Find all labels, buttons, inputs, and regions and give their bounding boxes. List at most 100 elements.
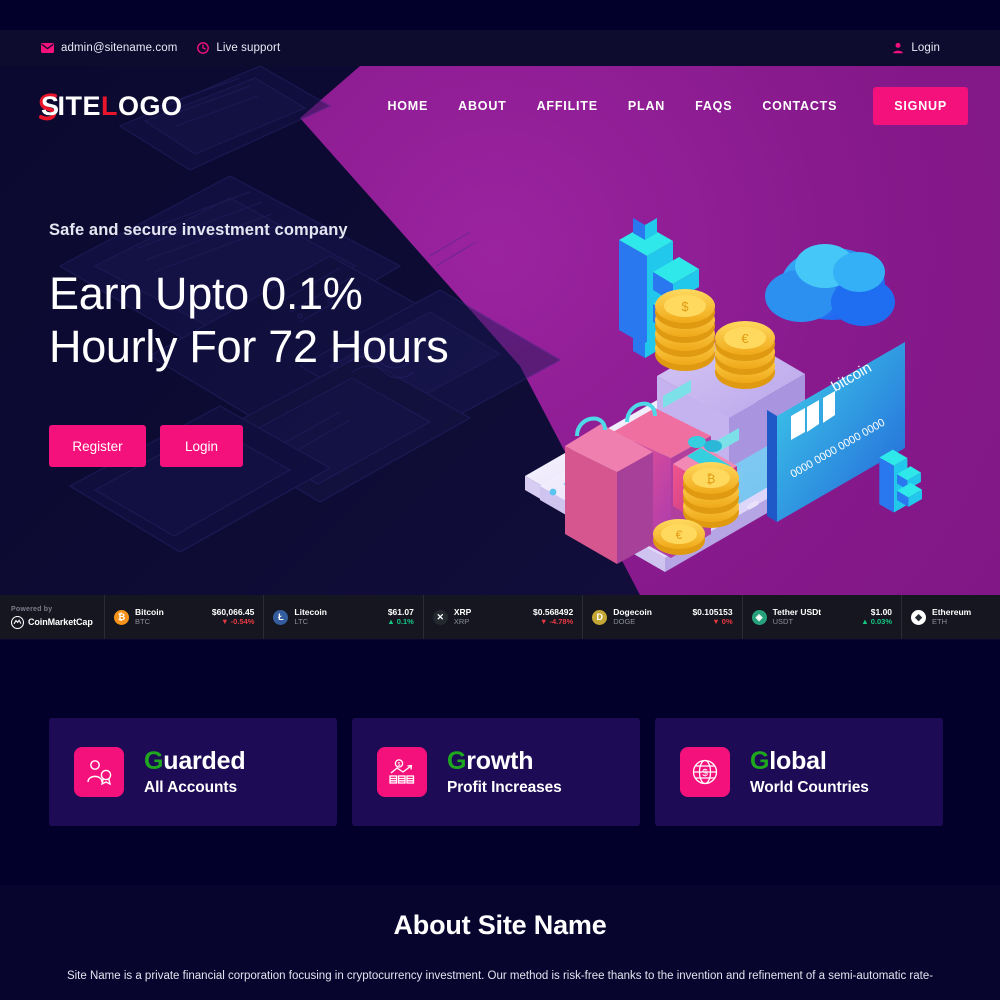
coin-price: $0.568492 [533, 606, 574, 617]
hero-subtitle: Safe and secure investment company [49, 221, 348, 239]
coin-name: Litecoin [294, 606, 327, 617]
nav-item-plan[interactable]: PLAN [628, 99, 665, 113]
ticker-coin-ethereum[interactable]: ◆ Ethereum ETH [902, 595, 1000, 639]
feature-title: Growth [447, 746, 534, 775]
powered-by-label: Powered by [11, 605, 53, 613]
register-button[interactable]: Register [49, 425, 146, 468]
hero-crypto-illustration: bitcoin 0000 0000 0000 0000 $ € ₿ € [525, 218, 922, 572]
features-section: Guarded All Accounts $ Growth Profit Inc… [0, 640, 1000, 885]
svg-text:$: $ [681, 299, 689, 314]
cloud-icon [765, 244, 895, 326]
contact-email[interactable]: admin@sitename.com [41, 42, 177, 54]
hero-section: bitcoin 0000 0000 0000 0000 $ € ₿ € S IT… [0, 66, 1000, 595]
nav-item-faqs[interactable]: FAQS [695, 99, 732, 113]
coin-symbol: DOGE [613, 617, 636, 627]
feature-text: Growth Profit Increases [447, 747, 562, 798]
feature-text: Guarded All Accounts [144, 746, 246, 798]
nav-item-affilite[interactable]: AFFILITE [537, 99, 598, 113]
nav-item-contacts[interactable]: CONTACTS [762, 99, 837, 113]
feature-title: Guarded [144, 746, 246, 775]
coin-name: Ethereum [932, 606, 972, 617]
coin-change: ▼ 0% [712, 617, 733, 627]
live-support-link[interactable]: Live support [197, 42, 280, 54]
logo-ogo: OGO [118, 90, 183, 121]
coin-change: ▼ -4.78% [539, 617, 574, 627]
top-bar-right: Login [892, 42, 940, 54]
svg-text:$: $ [702, 768, 708, 779]
clock-icon [197, 42, 210, 54]
nav-item-home[interactable]: HOME [387, 99, 428, 113]
logo-letter-s: S [41, 90, 60, 121]
live-support-text: Live support [216, 42, 281, 54]
ticker-coin-litecoin[interactable]: Ł Litecoin LTC $61.07 ▲ 0.1% [264, 595, 424, 639]
top-bar: admin@sitename.com Live support Login [0, 30, 1000, 66]
feature-card-guarded[interactable]: Guarded All Accounts [49, 718, 337, 826]
logo-ite: ITE [57, 90, 102, 121]
envelope-icon [41, 43, 54, 53]
ticker-coin-xrp[interactable]: ✕ XRP XRP $0.568492 ▼ -4.78% [424, 595, 584, 639]
dogecoin-icon: D [592, 609, 608, 625]
nav-item-about[interactable]: ABOUT [458, 99, 506, 113]
hero-title: Earn Upto 0.1% Hourly For 72 Hours [49, 267, 569, 373]
coinmarketcap-attribution[interactable]: Powered by CoinMarketCap [0, 595, 105, 639]
feature-card-list: Guarded All Accounts $ Growth Profit Inc… [49, 718, 943, 826]
feature-subtitle: All Accounts [144, 779, 237, 797]
hero-buttons: Register Login [49, 425, 569, 468]
svg-text:€: € [676, 528, 683, 542]
login-link[interactable]: Login [892, 42, 940, 54]
bitcoin-icon: ₿ [114, 609, 129, 625]
coinmarketcap-label: CoinMarketCap [28, 617, 93, 627]
coin-symbol: BTC [135, 617, 150, 627]
coin-price: $1.00 [870, 606, 893, 617]
ticker-coin-dogecoin[interactable]: D Dogecoin DOGE $0.105153 ▼ 0% [583, 595, 743, 639]
bitcoin-symbol-small [879, 449, 922, 513]
coin-symbol: USDT [772, 617, 794, 627]
page-top-strip [0, 0, 1000, 30]
hero-content: Safe and secure investment company Earn … [49, 221, 569, 468]
ticker-coin-bitcoin[interactable]: ₿ Bitcoin BTC $60,066.45 ▼ -0.54% [105, 595, 265, 639]
contact-email-text: admin@sitename.com [61, 42, 178, 54]
top-bar-left: admin@sitename.com Live support [41, 42, 280, 54]
svg-text:€: € [741, 331, 749, 346]
coin-price: $61.07 [387, 606, 414, 617]
feature-title: Global [750, 746, 827, 775]
ticker-coin-tether[interactable]: ◈ Tether USDt USDT $1.00 ▲ 0.03% [743, 595, 903, 639]
user-badge-icon [74, 747, 124, 797]
svg-text:₿: ₿ [707, 472, 716, 486]
coin-name: Bitcoin [135, 606, 164, 617]
about-text: Site Name is a private financial corpora… [66, 970, 934, 982]
feature-text: Global World Countries [750, 747, 869, 798]
about-title: About Site Name [393, 910, 607, 940]
crypto-ticker-bar: Powered by CoinMarketCap ₿ Bitcoin BTC $… [0, 595, 1000, 640]
coin-change: ▼ -0.54% [221, 617, 255, 627]
hero-title-line1: Earn Upto 0.1% [49, 268, 363, 319]
tether-icon: ◈ [751, 609, 767, 625]
coin-price: $0.105153 [692, 606, 733, 617]
coin-name: Tether USDt [772, 606, 822, 617]
about-section: About Site Name Site Name is a private f… [0, 885, 1000, 1000]
coin-symbol: LTC [294, 617, 309, 627]
logo-letter-l: L [101, 90, 119, 121]
main-navbar: S ITE L OGO HOME ABOUT AFFILITE PLAN FAQS … [0, 66, 1000, 146]
signup-button[interactable]: SIGNUP [873, 87, 968, 125]
coinmarketcap-icon [11, 615, 24, 629]
litecoin-icon: Ł [273, 609, 289, 625]
user-icon [892, 42, 904, 54]
feature-card-global[interactable]: $ Global World Countries [655, 718, 943, 826]
coin-symbol: XRP [453, 617, 470, 627]
hero-login-button[interactable]: Login [160, 425, 243, 468]
coin-change: ▲ 0.03% [861, 617, 893, 627]
hero-title-line2: Hourly For 72 Hours [49, 321, 449, 373]
ethereum-icon: ◆ [911, 609, 927, 625]
nav-links: HOME ABOUT AFFILITE PLAN FAQS CONTACTS [387, 99, 837, 113]
feature-subtitle: Profit Increases [447, 779, 562, 797]
login-link-text: Login [911, 42, 940, 54]
site-logo[interactable]: S ITE L OGO [39, 90, 183, 122]
globe-dollar-icon: $ [680, 747, 730, 797]
feature-card-growth[interactable]: $ Growth Profit Increases [352, 718, 640, 826]
svg-text:$: $ [398, 762, 401, 768]
site-logo-text: S ITE L OGO [39, 90, 183, 122]
tablet-camera [549, 488, 557, 496]
coin-name: XRP [453, 606, 472, 617]
feature-subtitle: World Countries [750, 779, 869, 797]
